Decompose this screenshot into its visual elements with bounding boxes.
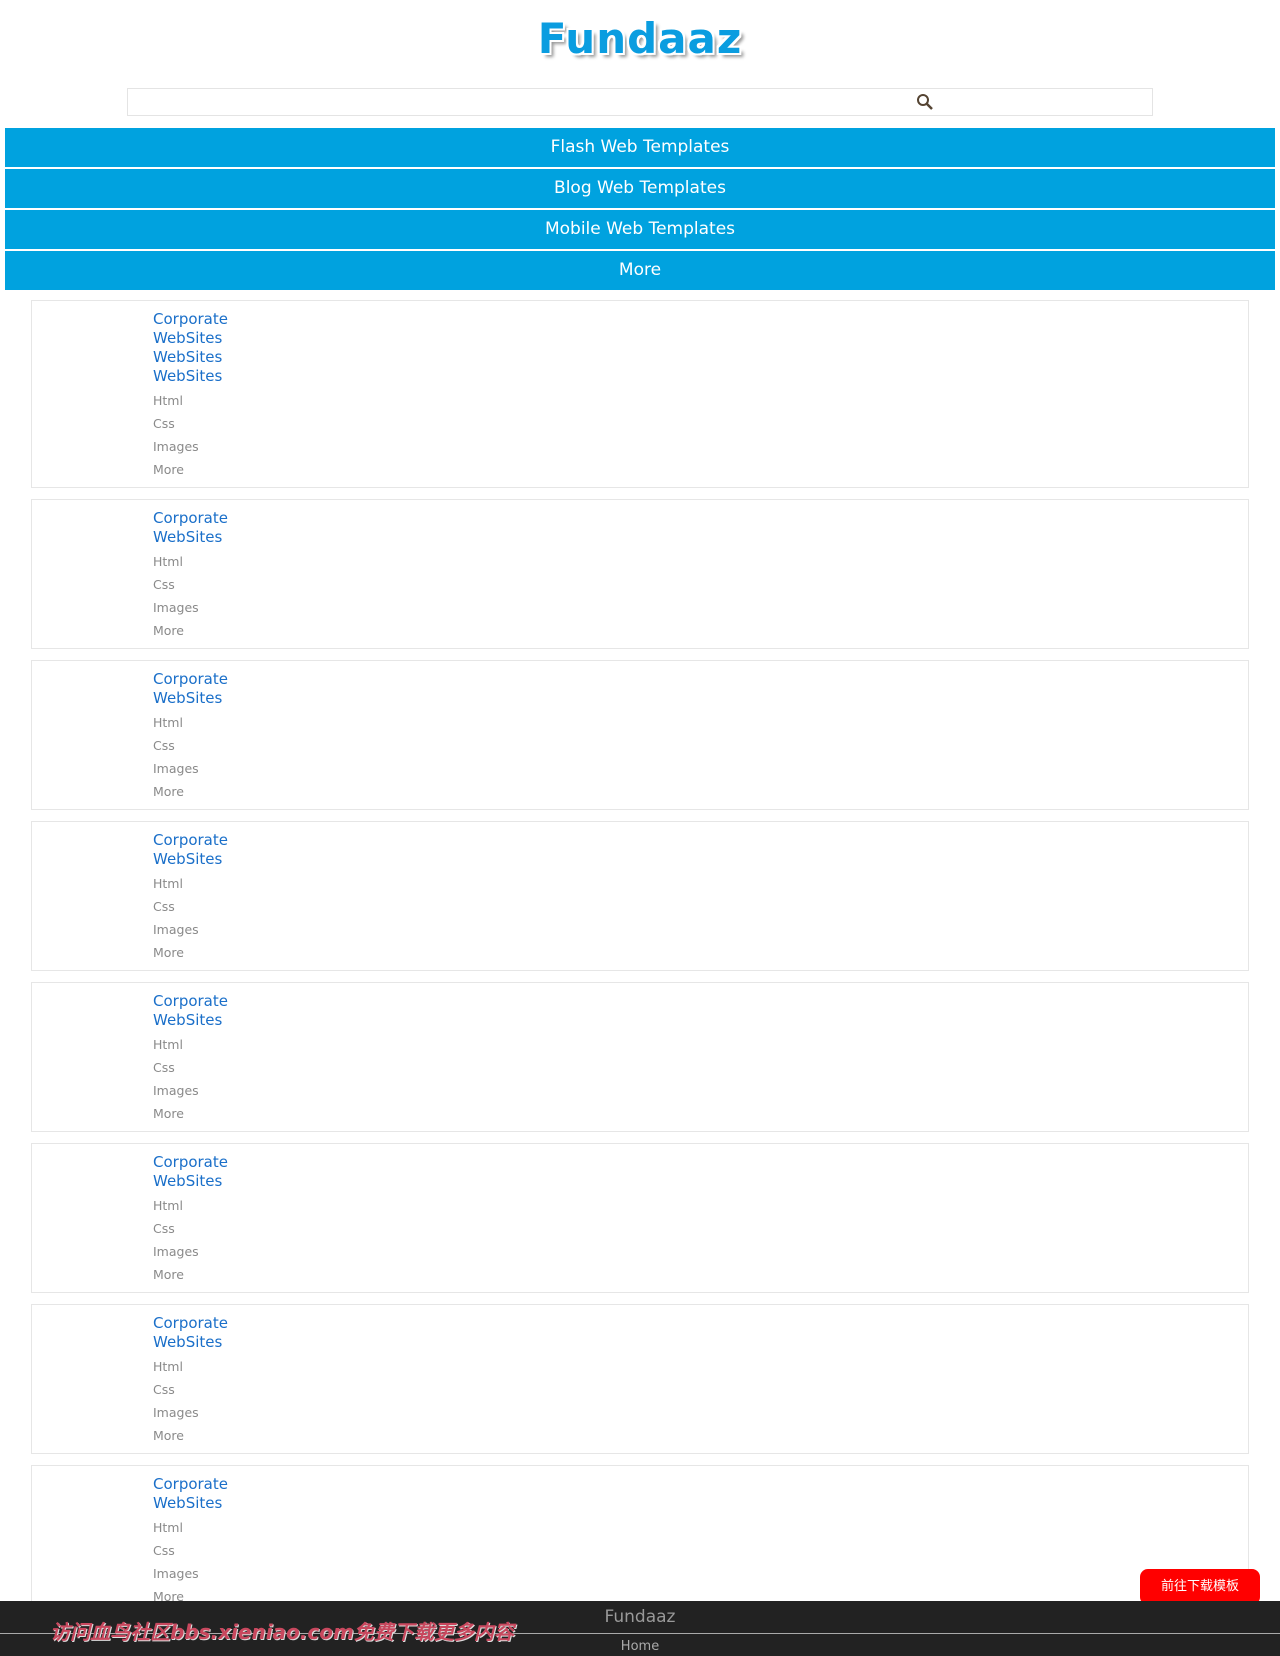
card-title-link[interactable]: WebSites: [153, 850, 1248, 869]
template-card: Corporate WebSites Html Css Images More: [31, 821, 1249, 971]
card-title-link[interactable]: WebSites: [153, 1333, 1248, 1352]
card-link-images[interactable]: Images: [153, 918, 1248, 941]
card-link-more[interactable]: More: [153, 458, 1248, 481]
card-title-link[interactable]: WebSites: [153, 528, 1248, 547]
card-link-html[interactable]: Html: [153, 1516, 1248, 1539]
card-title-link[interactable]: Corporate: [153, 1314, 1248, 1333]
card-title-link[interactable]: Corporate: [153, 831, 1248, 850]
card-link-html[interactable]: Html: [153, 1355, 1248, 1378]
card-title-link[interactable]: WebSites: [153, 367, 1248, 386]
template-card: Corporate WebSites Html Css Images More: [31, 1465, 1249, 1615]
logo[interactable]: Fundaaz: [0, 14, 1280, 63]
card-link-images[interactable]: Images: [153, 1079, 1248, 1102]
card-title-link[interactable]: Corporate: [153, 310, 1248, 329]
card-link-css[interactable]: Css: [153, 412, 1248, 435]
template-card: Corporate WebSites Html Css Images More: [31, 1304, 1249, 1454]
card-title-link[interactable]: WebSites: [153, 1011, 1248, 1030]
card-link-css[interactable]: Css: [153, 1217, 1248, 1240]
card-link-html[interactable]: Html: [153, 1194, 1248, 1217]
card-link-html[interactable]: Html: [153, 872, 1248, 895]
card-link-css[interactable]: Css: [153, 573, 1248, 596]
card-link-more[interactable]: More: [153, 780, 1248, 803]
download-template-button[interactable]: 前往下载模板: [1140, 1569, 1260, 1605]
card-title-link[interactable]: WebSites: [153, 689, 1248, 708]
template-card: Corporate WebSites Html Css Images More: [31, 660, 1249, 810]
card-link-images[interactable]: Images: [153, 596, 1248, 619]
card-link-more[interactable]: More: [153, 619, 1248, 642]
card-link-css[interactable]: Css: [153, 734, 1248, 757]
card-title-link[interactable]: WebSites: [153, 1494, 1248, 1513]
card-link-html[interactable]: Html: [153, 550, 1248, 573]
footer: Fundaaz Home 访问血鸟社区bbs.xieniao.com免费下载更多…: [0, 1601, 1280, 1656]
card-title-link[interactable]: WebSites: [153, 329, 1248, 348]
nav-mobile-web-templates[interactable]: Mobile Web Templates: [5, 210, 1275, 249]
card-link-images[interactable]: Images: [153, 1240, 1248, 1263]
search-icon[interactable]: [916, 93, 934, 111]
card-link-more[interactable]: More: [153, 941, 1248, 964]
card-title-link[interactable]: Corporate: [153, 670, 1248, 689]
nav-flash-web-templates[interactable]: Flash Web Templates: [5, 128, 1275, 167]
card-link-html[interactable]: Html: [153, 711, 1248, 734]
search-bar: [127, 88, 1153, 116]
card-link-images[interactable]: Images: [153, 1562, 1248, 1585]
template-card: Corporate WebSites WebSites WebSites Html Css…: [31, 300, 1249, 488]
card-title-link[interactable]: Corporate: [153, 992, 1248, 1011]
card-title-link[interactable]: Corporate: [153, 509, 1248, 528]
main-nav: Flash Web Templates Blog Web Templates M…: [5, 128, 1275, 292]
search-input[interactable]: [128, 89, 1152, 115]
card-link-css[interactable]: Css: [153, 895, 1248, 918]
template-list: Corporate WebSites WebSites WebSites Html Css…: [31, 300, 1249, 1626]
card-link-more[interactable]: More: [153, 1102, 1248, 1125]
card-link-more[interactable]: More: [153, 1263, 1248, 1286]
card-link-images[interactable]: Images: [153, 757, 1248, 780]
card-link-html[interactable]: Html: [153, 1033, 1248, 1056]
card-link-css[interactable]: Css: [153, 1378, 1248, 1401]
nav-blog-web-templates[interactable]: Blog Web Templates: [5, 169, 1275, 208]
nav-more[interactable]: More: [5, 251, 1275, 290]
card-link-css[interactable]: Css: [153, 1056, 1248, 1079]
card-title-link[interactable]: WebSites: [153, 348, 1248, 367]
card-title-link[interactable]: Corporate: [153, 1153, 1248, 1172]
template-card: Corporate WebSites Html Css Images More: [31, 499, 1249, 649]
card-link-more[interactable]: More: [153, 1424, 1248, 1447]
card-link-css[interactable]: Css: [153, 1539, 1248, 1562]
watermark: 访问血鸟社区bbs.xieniao.com免费下载更多内容: [50, 1620, 514, 1644]
template-card: Corporate WebSites Html Css Images More: [31, 982, 1249, 1132]
card-title-link[interactable]: Corporate: [153, 1475, 1248, 1494]
card-title-link[interactable]: WebSites: [153, 1172, 1248, 1191]
card-link-images[interactable]: Images: [153, 435, 1248, 458]
card-link-images[interactable]: Images: [153, 1401, 1248, 1424]
template-card: Corporate WebSites Html Css Images More: [31, 1143, 1249, 1293]
card-link-html[interactable]: Html: [153, 389, 1248, 412]
